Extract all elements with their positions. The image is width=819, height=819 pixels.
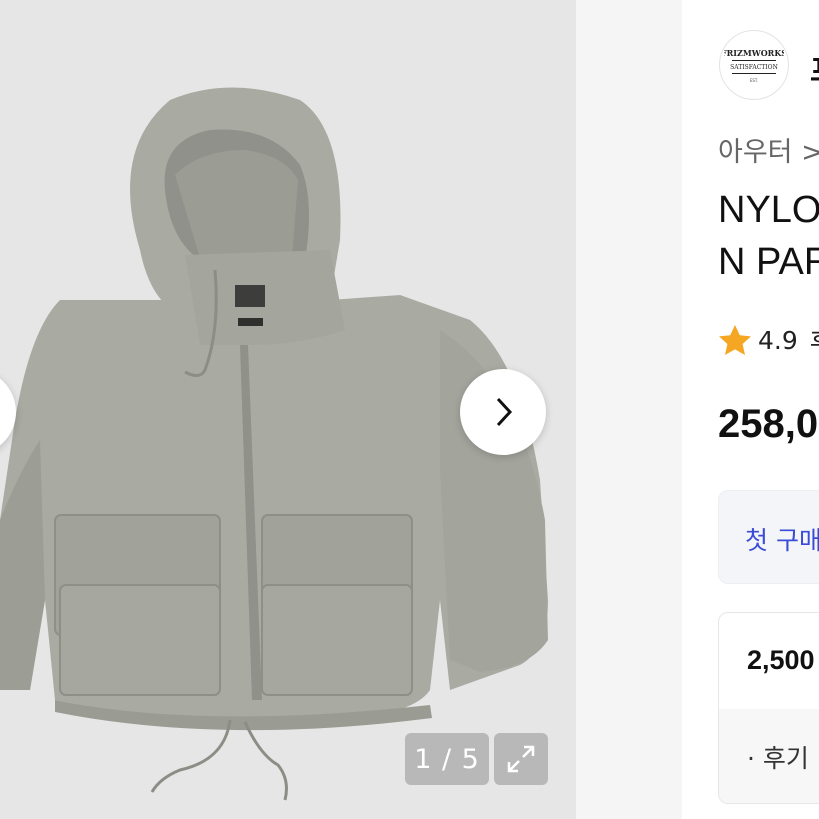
product-title-line1: NYLO [718, 189, 819, 231]
expand-icon [507, 745, 535, 773]
brand-name[interactable]: 프 [810, 46, 819, 90]
image-counter: 1 / 5 [405, 733, 489, 785]
svg-text:EST.: EST. [750, 78, 758, 83]
brand-logo-emblem: FRIZMWORKS SATISFACTION EST. [724, 48, 784, 83]
product-info-panel: FRIZMWORKS SATISFACTION EST. 프 아우터 > NYL… [682, 0, 819, 819]
svg-text:SATISFACTION: SATISFACTION [730, 64, 778, 71]
coupon-text: 첫 구매 [745, 526, 819, 555]
product-page: 1 / 5 FRIZMWORKS SATISFACTION EST. 프 아우터… [0, 0, 819, 819]
points-benefit-box: 2,500 · 후기 [718, 612, 819, 804]
brand-logo[interactable]: FRIZMWORKS SATISFACTION EST. [719, 30, 789, 100]
product-rating[interactable]: 4.9 후 [718, 322, 819, 358]
next-image-button[interactable] [460, 369, 546, 455]
gutter [576, 0, 682, 819]
product-price: 258,0 [718, 402, 819, 446]
expand-image-button[interactable] [494, 733, 548, 785]
svg-text:FRIZMWORKS: FRIZMWORKS [724, 48, 784, 58]
points-amount: 2,500 [747, 645, 815, 675]
review-count-label: 후 [810, 322, 819, 358]
first-purchase-coupon-banner[interactable]: 첫 구매 [718, 490, 819, 584]
product-image-gallery[interactable]: 1 / 5 [0, 0, 576, 819]
chevron-right-icon [496, 397, 513, 427]
review-points-text: · 후기 [747, 744, 809, 773]
product-title-line2: N PAR [718, 241, 819, 283]
rating-value: 4.9 [758, 325, 798, 355]
category-breadcrumb[interactable]: 아우터 > [718, 130, 819, 169]
points-detail-row: · 후기 [719, 709, 819, 803]
star-icon [719, 325, 751, 355]
product-title: NYLO N PAR [718, 184, 819, 288]
